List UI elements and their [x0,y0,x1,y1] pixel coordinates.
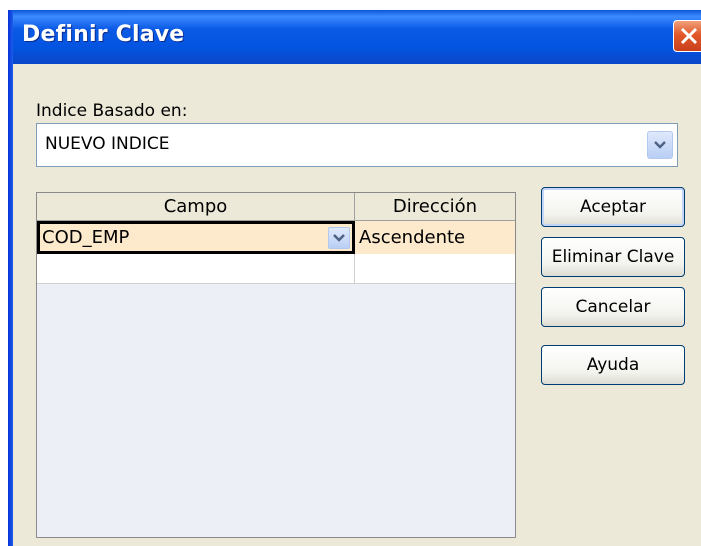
define-key-dialog: Definir Clave Indice Basado en: NUEVO IN… [8,10,701,546]
help-button[interactable]: Ayuda [541,345,685,385]
chevron-down-icon [333,234,345,242]
campo-cell[interactable]: COD_EMP [37,221,355,254]
index-based-on-value: NUEVO INDICE [45,134,170,154]
column-header-campo[interactable]: Campo [37,193,355,221]
direccion-cell[interactable]: Ascendente [355,221,515,254]
title-bar[interactable]: Definir Clave [8,10,701,64]
window-left-border [8,10,13,546]
index-based-on-select[interactable]: NUEVO INDICE [36,123,678,167]
close-icon [680,27,698,45]
index-based-on-label: Indice Basado en: [36,101,188,121]
table-row[interactable] [37,254,515,284]
column-header-direccion[interactable]: Dirección [355,193,515,221]
accept-button[interactable]: Aceptar [541,187,685,227]
campo-cell[interactable] [37,254,355,283]
delete-key-button[interactable]: Eliminar Clave [541,237,685,277]
close-button[interactable] [673,20,701,52]
dialog-title: Definir Clave [22,22,185,47]
key-fields-grid[interactable]: Campo Dirección COD_EMP Ascendente [36,192,516,538]
table-row[interactable]: COD_EMP Ascendente [37,221,515,254]
cancel-button[interactable]: Cancelar [541,287,685,327]
chevron-down-icon [654,141,666,149]
campo-dropdown-button[interactable] [328,227,350,249]
campo-value: COD_EMP [42,227,130,248]
index-dropdown-button[interactable] [647,131,673,159]
